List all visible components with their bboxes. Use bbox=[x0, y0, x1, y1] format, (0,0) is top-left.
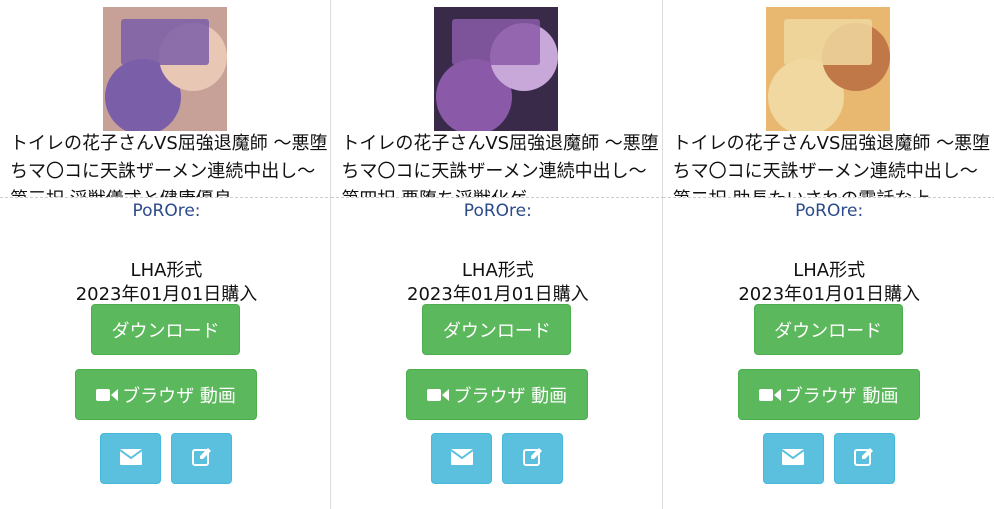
mail-button[interactable] bbox=[431, 433, 493, 484]
edit-button[interactable] bbox=[833, 433, 895, 484]
product-thumbnail[interactable] bbox=[765, 7, 890, 131]
product-thumbnail[interactable] bbox=[103, 7, 227, 131]
product-title[interactable]: トイレの花子さんVS屈強退魔師 〜悪堕ちマ〇コに天誅ザーメン連続中出し〜第四択 … bbox=[331, 130, 664, 197]
envelope-icon bbox=[781, 448, 805, 469]
browser-video-label: ブラウザ 動画 bbox=[453, 385, 568, 407]
browser-video-button[interactable]: ブラウザ 動画 bbox=[737, 369, 920, 420]
purchase-grid: トイレの花子さんVS屈強退魔師 〜悪堕ちマ〇コに天誅ザーメン連続中出し〜第三択 … bbox=[0, 0, 994, 509]
purchase-date: 2023年01月01日購入 bbox=[407, 284, 589, 305]
file-format: LHA形式 bbox=[130, 260, 203, 281]
browser-video-button[interactable]: ブラウザ 動画 bbox=[75, 369, 257, 420]
browser-video-button[interactable]: ブラウザ 動画 bbox=[406, 369, 589, 420]
browser-video-label: ブラウザ 動画 bbox=[784, 385, 899, 407]
mail-button[interactable] bbox=[762, 433, 824, 484]
mail-button[interactable] bbox=[100, 433, 161, 484]
download-button[interactable]: ダウンロード bbox=[91, 304, 240, 355]
divider bbox=[662, 197, 994, 198]
envelope-icon bbox=[118, 448, 143, 469]
purchase-date: 2023年01月01日購入 bbox=[75, 284, 258, 305]
thumbnail-image bbox=[103, 7, 227, 131]
edit-icon bbox=[522, 447, 543, 471]
edit-icon bbox=[854, 447, 874, 471]
download-label: ダウンロード bbox=[774, 320, 883, 342]
file-format: LHA形式 bbox=[793, 260, 866, 281]
video-camera-icon bbox=[758, 387, 781, 403]
circle-name[interactable]: PoROre: bbox=[663, 201, 994, 221]
edit-icon bbox=[191, 447, 212, 471]
purchase-item: トイレの花子さんVS屈強退魔師 〜悪堕ちマ〇コに天誅ザーメン連続中出し〜第三択 … bbox=[0, 0, 333, 509]
download-button[interactable]: ダウンロード bbox=[753, 304, 903, 355]
product-title[interactable]: トイレの花子さんVS屈強退魔師 〜悪堕ちマ〇コに天誅ザーメン連続中出し〜第三択 … bbox=[0, 130, 333, 197]
video-camera-icon bbox=[96, 387, 119, 403]
purchase-item: トイレの花子さんVS屈強退魔師 〜悪堕ちマ〇コに天誅ザーメン連続中出し〜第二択 … bbox=[662, 0, 994, 509]
circle-name[interactable]: PoROre: bbox=[331, 201, 664, 221]
download-button[interactable]: ダウンロード bbox=[422, 304, 572, 355]
purchase-date: 2023年01月01日購入 bbox=[738, 284, 920, 305]
thumbnail-image bbox=[434, 7, 559, 131]
download-label: ダウンロード bbox=[442, 320, 551, 342]
purchase-item: トイレの花子さんVS屈強退魔師 〜悪堕ちマ〇コに天誅ザーメン連続中出し〜第四択 … bbox=[331, 0, 665, 509]
edit-button[interactable] bbox=[502, 433, 564, 484]
circle-name[interactable]: PoROre: bbox=[0, 201, 333, 221]
envelope-icon bbox=[450, 448, 474, 469]
thumbnail-image bbox=[765, 7, 890, 131]
file-format: LHA形式 bbox=[461, 260, 534, 281]
product-thumbnail[interactable] bbox=[434, 7, 559, 131]
edit-button[interactable] bbox=[171, 433, 232, 484]
product-title[interactable]: トイレの花子さんVS屈強退魔師 〜悪堕ちマ〇コに天誅ザーメン連続中出し〜第二択 … bbox=[663, 130, 994, 197]
browser-video-label: ブラウザ 動画 bbox=[122, 385, 236, 407]
divider bbox=[331, 197, 665, 198]
download-label: ダウンロード bbox=[111, 320, 220, 342]
video-camera-icon bbox=[427, 387, 450, 403]
divider bbox=[0, 197, 333, 198]
